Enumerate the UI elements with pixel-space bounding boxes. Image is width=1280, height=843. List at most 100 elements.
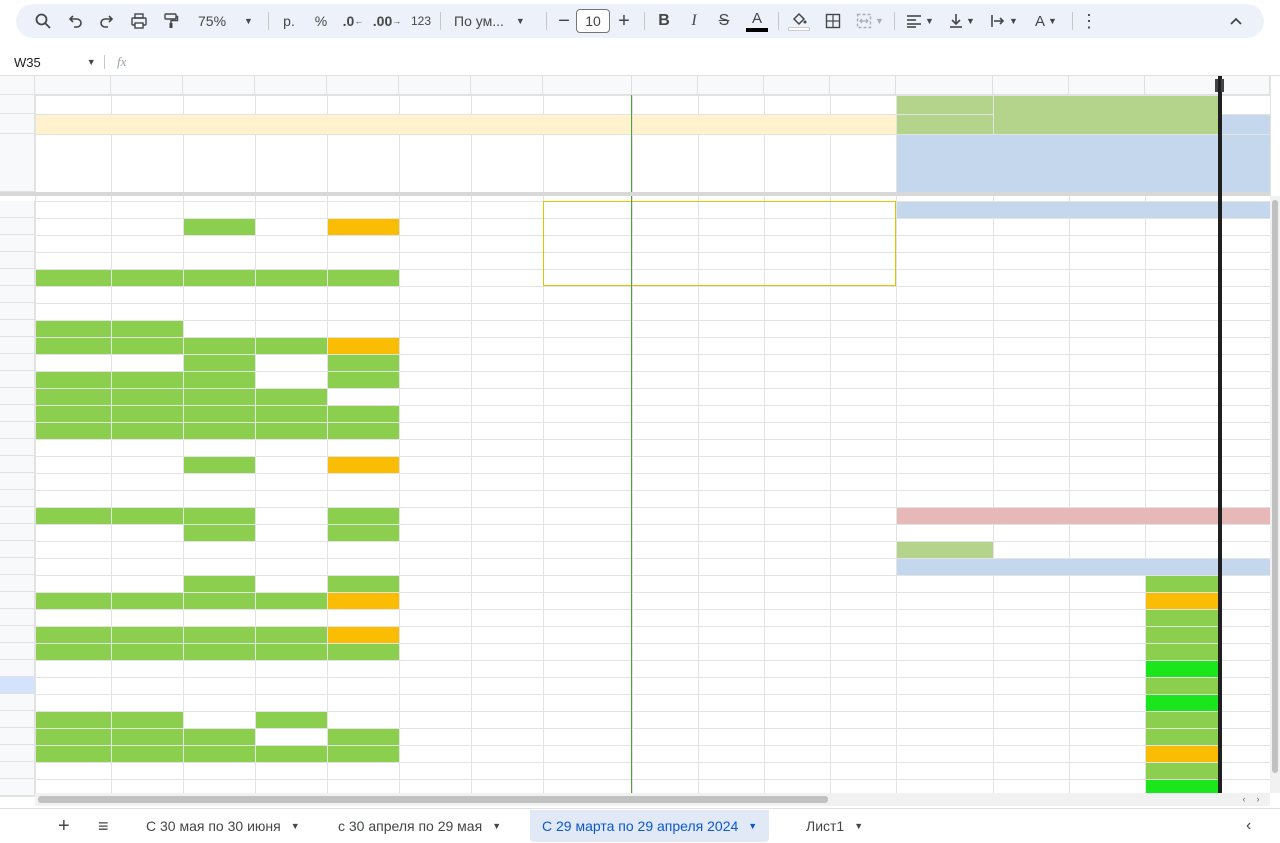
city-value[interactable]: [328, 763, 399, 779]
city-value[interactable]: [256, 661, 327, 677]
city-value[interactable]: [328, 287, 399, 303]
city-value[interactable]: [256, 338, 327, 354]
city-name[interactable]: [36, 440, 111, 456]
number-format-button[interactable]: 123: [406, 4, 436, 38]
row-header-35[interactable]: [0, 677, 35, 694]
city-value[interactable]: [184, 338, 255, 354]
city-value[interactable]: [256, 236, 327, 252]
city-value[interactable]: [400, 661, 471, 677]
text-rotation-icon[interactable]: A ▼: [1026, 4, 1066, 38]
geo-region[interactable]: [897, 576, 993, 592]
target-title[interactable]: [897, 96, 993, 114]
city-value[interactable]: [400, 202, 471, 218]
column-header-O[interactable]: [1069, 76, 1145, 95]
city-name[interactable]: [36, 321, 111, 337]
city-value[interactable]: [328, 253, 399, 269]
position-value[interactable]: [831, 219, 896, 235]
row-header-28[interactable]: [0, 558, 35, 575]
row-header-23[interactable]: [0, 473, 35, 490]
print-icon[interactable]: [124, 4, 154, 38]
position-value[interactable]: [633, 270, 698, 286]
city-value[interactable]: [400, 695, 471, 711]
age-column-header[interactable]: [897, 202, 993, 218]
city-value[interactable]: [184, 219, 255, 235]
target-column-header[interactable]: [994, 135, 1069, 192]
city-value[interactable]: [328, 338, 399, 354]
tab-sheet-2[interactable]: с 30 апреля по 29 мая ▼: [326, 810, 513, 842]
age-value[interactable]: [1146, 287, 1221, 303]
city-value[interactable]: [184, 236, 255, 252]
tab-sheet-1[interactable]: С 30 мая по 30 июня ▼: [134, 810, 312, 842]
age-value[interactable]: [1146, 338, 1221, 354]
city-value[interactable]: [472, 746, 543, 762]
geo-value[interactable]: [1070, 610, 1145, 626]
city-value[interactable]: [184, 287, 255, 303]
geo-region[interactable]: [897, 695, 993, 711]
city-value[interactable]: [112, 304, 183, 320]
city-value[interactable]: [472, 440, 543, 456]
age-value[interactable]: [1070, 440, 1145, 456]
geo-value[interactable]: [1146, 695, 1221, 711]
row-header-3[interactable]: [0, 134, 35, 192]
borders-icon[interactable]: [818, 4, 848, 38]
frozen-rows-divider[interactable]: [0, 192, 1270, 196]
age-value[interactable]: [1146, 219, 1221, 235]
percent-button[interactable]: %: [308, 4, 334, 38]
city-value[interactable]: [184, 695, 255, 711]
city-value[interactable]: [400, 644, 471, 660]
age-value[interactable]: [994, 389, 1069, 405]
city-name[interactable]: [36, 423, 111, 439]
position-name[interactable]: [544, 202, 632, 218]
city-value[interactable]: [472, 542, 543, 558]
city-value[interactable]: [112, 287, 183, 303]
row-header-10[interactable]: [0, 252, 35, 269]
geo-value[interactable]: [1070, 593, 1145, 609]
city-value[interactable]: [472, 661, 543, 677]
city-value[interactable]: [184, 661, 255, 677]
position-column-header[interactable]: [831, 135, 896, 192]
city-value[interactable]: [184, 780, 255, 796]
geo-value[interactable]: [994, 661, 1069, 677]
age-group[interactable]: [897, 321, 993, 337]
city-name[interactable]: [36, 678, 111, 694]
tab-sheet-4[interactable]: Лист1 ▼: [794, 810, 875, 842]
geo-value[interactable]: [1070, 576, 1145, 592]
row-header-29[interactable]: [0, 575, 35, 592]
city-value[interactable]: [472, 389, 543, 405]
city-value[interactable]: [112, 491, 183, 507]
city-value[interactable]: [112, 202, 183, 218]
more-vert-icon[interactable]: ⋮: [1076, 4, 1102, 38]
city-value[interactable]: [472, 559, 543, 575]
city-value[interactable]: [328, 678, 399, 694]
city-value[interactable]: [472, 593, 543, 609]
geo-label[interactable]: [897, 542, 993, 558]
city-value[interactable]: [256, 508, 327, 524]
age-value[interactable]: [994, 491, 1069, 507]
city-value[interactable]: [112, 389, 183, 405]
geo-value[interactable]: [1146, 763, 1221, 779]
city-value[interactable]: [472, 423, 543, 439]
city-value[interactable]: [256, 542, 327, 558]
city-value[interactable]: [112, 253, 183, 269]
row-header-40[interactable]: [0, 762, 35, 779]
city-value[interactable]: [472, 491, 543, 507]
city-value[interactable]: [328, 729, 399, 745]
geo-value[interactable]: [1070, 627, 1145, 643]
city-value[interactable]: [256, 474, 327, 490]
vertical-scrollbar-thumb[interactable]: [1272, 200, 1278, 773]
city-value[interactable]: [328, 542, 399, 558]
city-value[interactable]: [256, 746, 327, 762]
position-column-header[interactable]: [633, 135, 698, 192]
city-value[interactable]: [112, 695, 183, 711]
city-name[interactable]: [36, 610, 111, 626]
city-value[interactable]: [400, 627, 471, 643]
city-value[interactable]: [112, 355, 183, 371]
geo-value[interactable]: [1146, 780, 1221, 796]
city-value[interactable]: [400, 593, 471, 609]
age-value[interactable]: [1070, 372, 1145, 388]
geo-column-header[interactable]: [1222, 559, 1270, 575]
age-value[interactable]: [1070, 219, 1145, 235]
age-group[interactable]: [897, 287, 993, 303]
city-value[interactable]: [112, 678, 183, 694]
city-value[interactable]: [184, 627, 255, 643]
